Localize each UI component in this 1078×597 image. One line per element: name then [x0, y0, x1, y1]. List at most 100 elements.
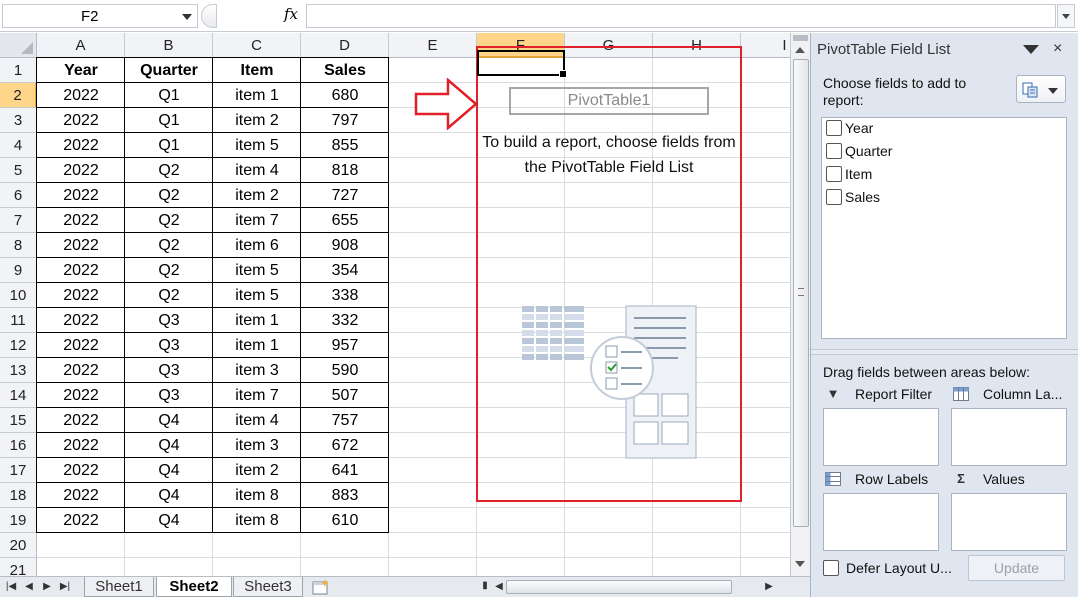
- row-header-13[interactable]: 13: [0, 358, 37, 383]
- report-filter-drop-area[interactable]: [823, 408, 939, 466]
- active-cell-f2[interactable]: [477, 50, 567, 78]
- split-box[interactable]: [793, 35, 808, 41]
- table-cell[interactable]: item 5: [213, 283, 301, 308]
- table-header-cell[interactable]: Year: [37, 58, 125, 83]
- table-cell[interactable]: Q4: [125, 408, 213, 433]
- formula-bar-splitter[interactable]: [201, 4, 217, 28]
- next-sheet-icon[interactable]: ▶: [40, 580, 54, 594]
- hscroll-split-icon[interactable]: ▮: [478, 579, 492, 593]
- prev-sheet-icon[interactable]: ◀: [22, 580, 36, 594]
- table-cell[interactable]: 338: [301, 283, 389, 308]
- table-cell[interactable]: 655: [301, 208, 389, 233]
- table-cell[interactable]: 2022: [37, 508, 125, 533]
- sheet-tab-2[interactable]: Sheet2: [156, 577, 232, 597]
- row-labels-drop-area[interactable]: [823, 493, 939, 551]
- row-header-15[interactable]: 15: [0, 408, 37, 433]
- table-cell[interactable]: item 2: [213, 108, 301, 133]
- table-cell[interactable]: 2022: [37, 433, 125, 458]
- table-cell[interactable]: 2022: [37, 333, 125, 358]
- table-cell[interactable]: 757: [301, 408, 389, 433]
- table-cell[interactable]: 2022: [37, 183, 125, 208]
- table-header-cell[interactable]: Quarter: [125, 58, 213, 83]
- column-header-a[interactable]: A: [37, 33, 125, 58]
- table-cell[interactable]: 672: [301, 433, 389, 458]
- column-header-e[interactable]: E: [389, 33, 477, 58]
- table-cell[interactable]: Q4: [125, 458, 213, 483]
- table-cell[interactable]: Q3: [125, 333, 213, 358]
- table-cell[interactable]: 2022: [37, 458, 125, 483]
- table-cell[interactable]: item 3: [213, 433, 301, 458]
- vertical-scrollbar[interactable]: [790, 33, 810, 576]
- table-cell[interactable]: item 5: [213, 133, 301, 158]
- table-cell[interactable]: Q2: [125, 258, 213, 283]
- row-header-18[interactable]: 18: [0, 483, 37, 508]
- table-cell[interactable]: Q2: [125, 233, 213, 258]
- field-sales-checkbox[interactable]: [826, 189, 842, 205]
- table-cell[interactable]: item 8: [213, 483, 301, 508]
- table-cell[interactable]: 354: [301, 258, 389, 283]
- table-cell[interactable]: item 1: [213, 83, 301, 108]
- row-header-7[interactable]: 7: [0, 208, 37, 233]
- table-cell[interactable]: 797: [301, 108, 389, 133]
- column-header-c[interactable]: C: [213, 33, 301, 58]
- expand-formula-bar-button[interactable]: [1057, 4, 1075, 28]
- table-cell[interactable]: 2022: [37, 108, 125, 133]
- table-header-cell[interactable]: Item: [213, 58, 301, 83]
- defer-layout-checkbox[interactable]: [823, 560, 839, 576]
- update-button[interactable]: Update: [968, 555, 1065, 581]
- row-header-3[interactable]: 3: [0, 108, 37, 133]
- table-cell[interactable]: item 2: [213, 183, 301, 208]
- table-cell[interactable]: 883: [301, 483, 389, 508]
- values-drop-area[interactable]: [951, 493, 1067, 551]
- table-cell[interactable]: Q4: [125, 483, 213, 508]
- table-cell[interactable]: item 7: [213, 383, 301, 408]
- field-list-layout-button[interactable]: [1016, 75, 1066, 103]
- table-cell[interactable]: 332: [301, 308, 389, 333]
- table-cell[interactable]: Q1: [125, 83, 213, 108]
- table-cell[interactable]: 2022: [37, 408, 125, 433]
- row-header-14[interactable]: 14: [0, 383, 37, 408]
- table-cell[interactable]: item 1: [213, 333, 301, 358]
- table-cell[interactable]: 2022: [37, 133, 125, 158]
- table-cell[interactable]: 2022: [37, 283, 125, 308]
- horizontal-scrollbar[interactable]: ▮ ◀ ▶: [478, 577, 788, 597]
- table-cell[interactable]: item 3: [213, 358, 301, 383]
- row-header-20[interactable]: 20: [0, 533, 37, 558]
- table-cell[interactable]: 680: [301, 83, 389, 108]
- row-header-6[interactable]: 6: [0, 183, 37, 208]
- table-cell[interactable]: 2022: [37, 258, 125, 283]
- table-cell[interactable]: Q4: [125, 508, 213, 533]
- table-header-cell[interactable]: Sales: [301, 58, 389, 83]
- scroll-down-icon[interactable]: [795, 561, 805, 567]
- formula-input[interactable]: [306, 4, 1056, 28]
- table-cell[interactable]: item 1: [213, 308, 301, 333]
- row-header-16[interactable]: 16: [0, 433, 37, 458]
- table-cell[interactable]: item 2: [213, 458, 301, 483]
- table-cell[interactable]: Q2: [125, 208, 213, 233]
- row-header-9[interactable]: 9: [0, 258, 37, 283]
- vertical-scroll-thumb[interactable]: [793, 59, 809, 527]
- table-cell[interactable]: 2022: [37, 308, 125, 333]
- close-icon[interactable]: ×: [1053, 40, 1062, 58]
- table-cell[interactable]: 2022: [37, 358, 125, 383]
- table-cell[interactable]: 855: [301, 133, 389, 158]
- row-header-5[interactable]: 5: [0, 158, 37, 183]
- table-cell[interactable]: Q3: [125, 383, 213, 408]
- table-cell[interactable]: 2022: [37, 208, 125, 233]
- row-header-12[interactable]: 12: [0, 333, 37, 358]
- table-cell[interactable]: 2022: [37, 233, 125, 258]
- table-cell[interactable]: 957: [301, 333, 389, 358]
- field-quarter-checkbox[interactable]: [826, 143, 842, 159]
- table-cell[interactable]: 2022: [37, 483, 125, 508]
- table-cell[interactable]: item 7: [213, 208, 301, 233]
- table-cell[interactable]: Q2: [125, 158, 213, 183]
- table-cell[interactable]: item 4: [213, 158, 301, 183]
- row-header-8[interactable]: 8: [0, 233, 37, 258]
- insert-function-icon[interactable]: fx: [278, 5, 304, 27]
- column-labels-drop-area[interactable]: [951, 408, 1067, 466]
- select-all-button[interactable]: [0, 33, 37, 58]
- table-cell[interactable]: 2022: [37, 383, 125, 408]
- horizontal-scroll-thumb[interactable]: [506, 580, 732, 594]
- scroll-up-icon[interactable]: [795, 47, 805, 53]
- table-cell[interactable]: item 4: [213, 408, 301, 433]
